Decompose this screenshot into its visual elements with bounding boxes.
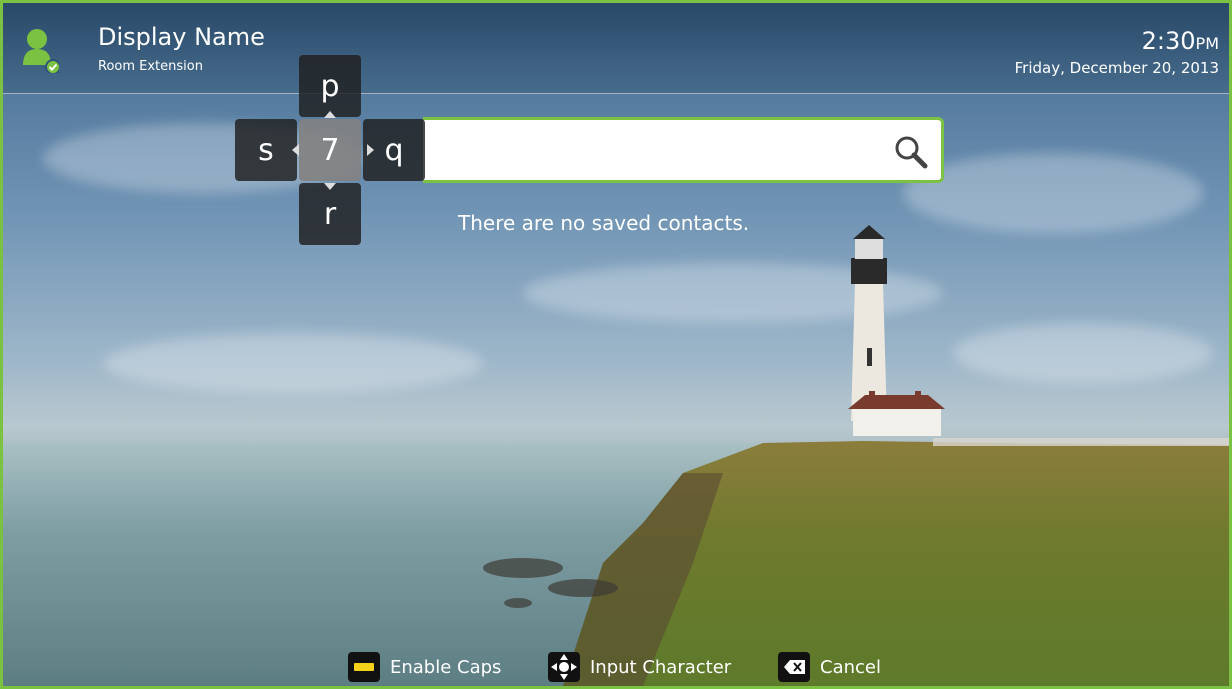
clock-time: 2:30 xyxy=(1141,27,1196,55)
yellow-button-icon xyxy=(348,652,380,682)
hint-label: Input Character xyxy=(590,656,732,678)
room-extension: Room Extension xyxy=(98,59,203,74)
hint-cancel[interactable]: Cancel xyxy=(778,652,881,682)
footer-hints: Enable Caps Input Character Cancel xyxy=(3,648,1229,686)
left-arrow-icon xyxy=(292,144,299,156)
search-icon[interactable] xyxy=(893,134,929,170)
char-key-selected[interactable]: 7 xyxy=(299,119,361,181)
down-arrow-icon xyxy=(324,183,336,190)
hint-label: Enable Caps xyxy=(390,656,502,678)
hint-input-character[interactable]: Input Character xyxy=(548,652,731,682)
char-key-up[interactable]: p xyxy=(299,55,361,117)
date: Friday, December 20, 2013 xyxy=(1014,59,1219,77)
backspace-icon xyxy=(778,652,810,682)
hint-label: Cancel xyxy=(820,656,881,678)
empty-contacts-message: There are no saved contacts. xyxy=(458,211,750,235)
screen: Display Name Room Extension 2:30PM Frida… xyxy=(0,0,1232,689)
dpad-icon xyxy=(548,652,580,682)
user-presence-icon xyxy=(23,29,59,73)
clock: 2:30PM xyxy=(1142,27,1219,55)
right-arrow-icon xyxy=(367,144,374,156)
search-input[interactable] xyxy=(423,117,944,183)
clock-ampm: PM xyxy=(1195,34,1219,53)
up-arrow-icon xyxy=(324,111,336,118)
header-bar: Display Name Room Extension 2:30PM Frida… xyxy=(3,3,1229,94)
char-key-down[interactable]: r xyxy=(299,183,361,245)
char-key-left[interactable]: s xyxy=(235,119,297,181)
hint-enable-caps[interactable]: Enable Caps xyxy=(348,652,501,682)
display-name: Display Name xyxy=(98,23,265,51)
lighthouse-scene xyxy=(483,225,1229,686)
